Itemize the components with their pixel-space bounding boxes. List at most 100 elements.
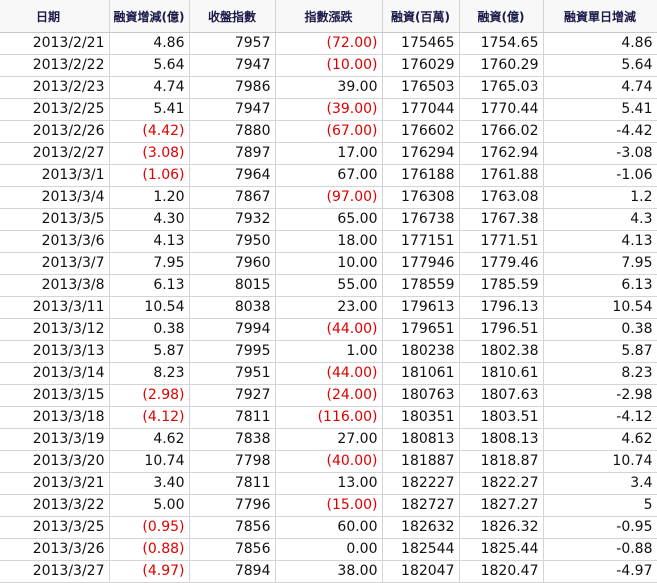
margin-millions-cell[interactable]: 180351 (382, 406, 460, 429)
daily-change-cell[interactable]: 8.23 (543, 362, 657, 385)
date-cell[interactable]: 2013/2/21 (0, 32, 110, 55)
index-change-cell[interactable]: 18.00 (275, 230, 383, 253)
margin-change-cell[interactable]: (0.88) (109, 538, 190, 561)
margin-100m-cell[interactable]: 1826.32 (459, 516, 544, 539)
date-cell[interactable]: 2013/2/26 (0, 120, 110, 143)
margin-change-cell[interactable]: (4.12) (109, 406, 190, 429)
margin-millions-cell[interactable]: 180763 (382, 384, 460, 407)
margin-100m-cell[interactable]: 1770.44 (459, 98, 544, 121)
close-index-cell[interactable]: 7950 (189, 230, 276, 253)
margin-100m-cell[interactable]: 1820.47 (459, 560, 544, 583)
index-change-cell[interactable]: (97.00) (275, 186, 383, 209)
date-cell[interactable]: 2013/3/20 (0, 450, 110, 473)
margin-millions-cell[interactable]: 177151 (382, 230, 460, 253)
date-cell[interactable]: 2013/3/22 (0, 494, 110, 517)
daily-change-cell[interactable]: 5.41 (543, 98, 657, 121)
margin-100m-cell[interactable]: 1807.63 (459, 384, 544, 407)
margin-change-cell[interactable]: 3.40 (109, 472, 190, 495)
daily-change-cell[interactable]: 1.2 (543, 186, 657, 209)
date-cell[interactable]: 2013/3/5 (0, 208, 110, 231)
index-change-cell[interactable]: 17.00 (275, 142, 383, 165)
margin-100m-cell[interactable]: 1779.46 (459, 252, 544, 275)
margin-change-cell[interactable]: (1.06) (109, 164, 190, 187)
margin-change-cell[interactable]: 5.41 (109, 98, 190, 121)
date-cell[interactable]: 2013/3/11 (0, 296, 110, 319)
index-change-cell[interactable]: (116.00) (275, 406, 383, 429)
margin-change-cell[interactable]: 1.20 (109, 186, 190, 209)
date-cell[interactable]: 2013/3/26 (0, 538, 110, 561)
daily-change-cell[interactable]: 5.87 (543, 340, 657, 363)
margin-millions-cell[interactable]: 175465 (382, 32, 460, 55)
close-index-cell[interactable]: 7856 (189, 516, 276, 539)
daily-change-cell[interactable]: -4.42 (543, 120, 657, 143)
daily-change-cell[interactable]: 4.86 (543, 32, 657, 55)
date-cell[interactable]: 2013/2/25 (0, 98, 110, 121)
close-index-cell[interactable]: 7964 (189, 164, 276, 187)
close-index-cell[interactable]: 7947 (189, 54, 276, 77)
margin-100m-cell[interactable]: 1796.13 (459, 296, 544, 319)
margin-millions-cell[interactable]: 179613 (382, 296, 460, 319)
column-header-close-index[interactable]: 收盤指數 (189, 0, 276, 33)
daily-change-cell[interactable]: 5.64 (543, 54, 657, 77)
margin-100m-cell[interactable]: 1803.51 (459, 406, 544, 429)
daily-change-cell[interactable]: 10.54 (543, 296, 657, 319)
margin-change-cell[interactable]: 5.00 (109, 494, 190, 517)
daily-change-cell[interactable]: -0.95 (543, 516, 657, 539)
date-cell[interactable]: 2013/2/27 (0, 142, 110, 165)
close-index-cell[interactable]: 7838 (189, 428, 276, 451)
margin-change-cell[interactable]: (4.97) (109, 560, 190, 583)
daily-change-cell[interactable]: 4.62 (543, 428, 657, 451)
close-index-cell[interactable]: 7894 (189, 560, 276, 583)
margin-millions-cell[interactable]: 176188 (382, 164, 460, 187)
index-change-cell[interactable]: (24.00) (275, 384, 383, 407)
margin-change-cell[interactable]: (0.95) (109, 516, 190, 539)
margin-millions-cell[interactable]: 176294 (382, 142, 460, 165)
close-index-cell[interactable]: 7951 (189, 362, 276, 385)
margin-change-cell[interactable]: (3.08) (109, 142, 190, 165)
margin-100m-cell[interactable]: 1827.27 (459, 494, 544, 517)
date-cell[interactable]: 2013/3/4 (0, 186, 110, 209)
column-header-index-change[interactable]: 指數漲跌 (275, 0, 383, 33)
margin-millions-cell[interactable]: 182727 (382, 494, 460, 517)
index-change-cell[interactable]: 55.00 (275, 274, 383, 297)
margin-millions-cell[interactable]: 180238 (382, 340, 460, 363)
close-index-cell[interactable]: 7994 (189, 318, 276, 341)
index-change-cell[interactable]: 13.00 (275, 472, 383, 495)
margin-change-cell[interactable]: 5.87 (109, 340, 190, 363)
daily-change-cell[interactable]: -4.12 (543, 406, 657, 429)
margin-100m-cell[interactable]: 1771.51 (459, 230, 544, 253)
margin-change-cell[interactable]: 4.30 (109, 208, 190, 231)
index-change-cell[interactable]: 38.00 (275, 560, 383, 583)
daily-change-cell[interactable]: -0.88 (543, 538, 657, 561)
date-cell[interactable]: 2013/2/23 (0, 76, 110, 99)
margin-100m-cell[interactable]: 1760.29 (459, 54, 544, 77)
margin-change-cell[interactable]: 8.23 (109, 362, 190, 385)
index-change-cell[interactable]: (67.00) (275, 120, 383, 143)
index-change-cell[interactable]: 27.00 (275, 428, 383, 451)
margin-change-cell[interactable]: 4.74 (109, 76, 190, 99)
column-header-margin-change[interactable]: 融資增減(億) (109, 0, 190, 33)
margin-100m-cell[interactable]: 1825.44 (459, 538, 544, 561)
margin-change-cell[interactable]: 4.62 (109, 428, 190, 451)
margin-change-cell[interactable]: 10.54 (109, 296, 190, 319)
date-cell[interactable]: 2013/3/19 (0, 428, 110, 451)
index-change-cell[interactable]: 1.00 (275, 340, 383, 363)
close-index-cell[interactable]: 7880 (189, 120, 276, 143)
date-cell[interactable]: 2013/3/27 (0, 560, 110, 583)
margin-100m-cell[interactable]: 1762.94 (459, 142, 544, 165)
margin-millions-cell[interactable]: 179651 (382, 318, 460, 341)
close-index-cell[interactable]: 7957 (189, 32, 276, 55)
close-index-cell[interactable]: 7947 (189, 98, 276, 121)
close-index-cell[interactable]: 7798 (189, 450, 276, 473)
daily-change-cell[interactable]: 0.38 (543, 318, 657, 341)
column-header-date[interactable]: 日期 (0, 0, 110, 33)
margin-100m-cell[interactable]: 1754.65 (459, 32, 544, 55)
close-index-cell[interactable]: 8015 (189, 274, 276, 297)
close-index-cell[interactable]: 7927 (189, 384, 276, 407)
margin-change-cell[interactable]: 4.86 (109, 32, 190, 55)
date-cell[interactable]: 2013/2/22 (0, 54, 110, 77)
index-change-cell[interactable]: (44.00) (275, 318, 383, 341)
margin-100m-cell[interactable]: 1822.27 (459, 472, 544, 495)
date-cell[interactable]: 2013/3/6 (0, 230, 110, 253)
margin-millions-cell[interactable]: 178559 (382, 274, 460, 297)
